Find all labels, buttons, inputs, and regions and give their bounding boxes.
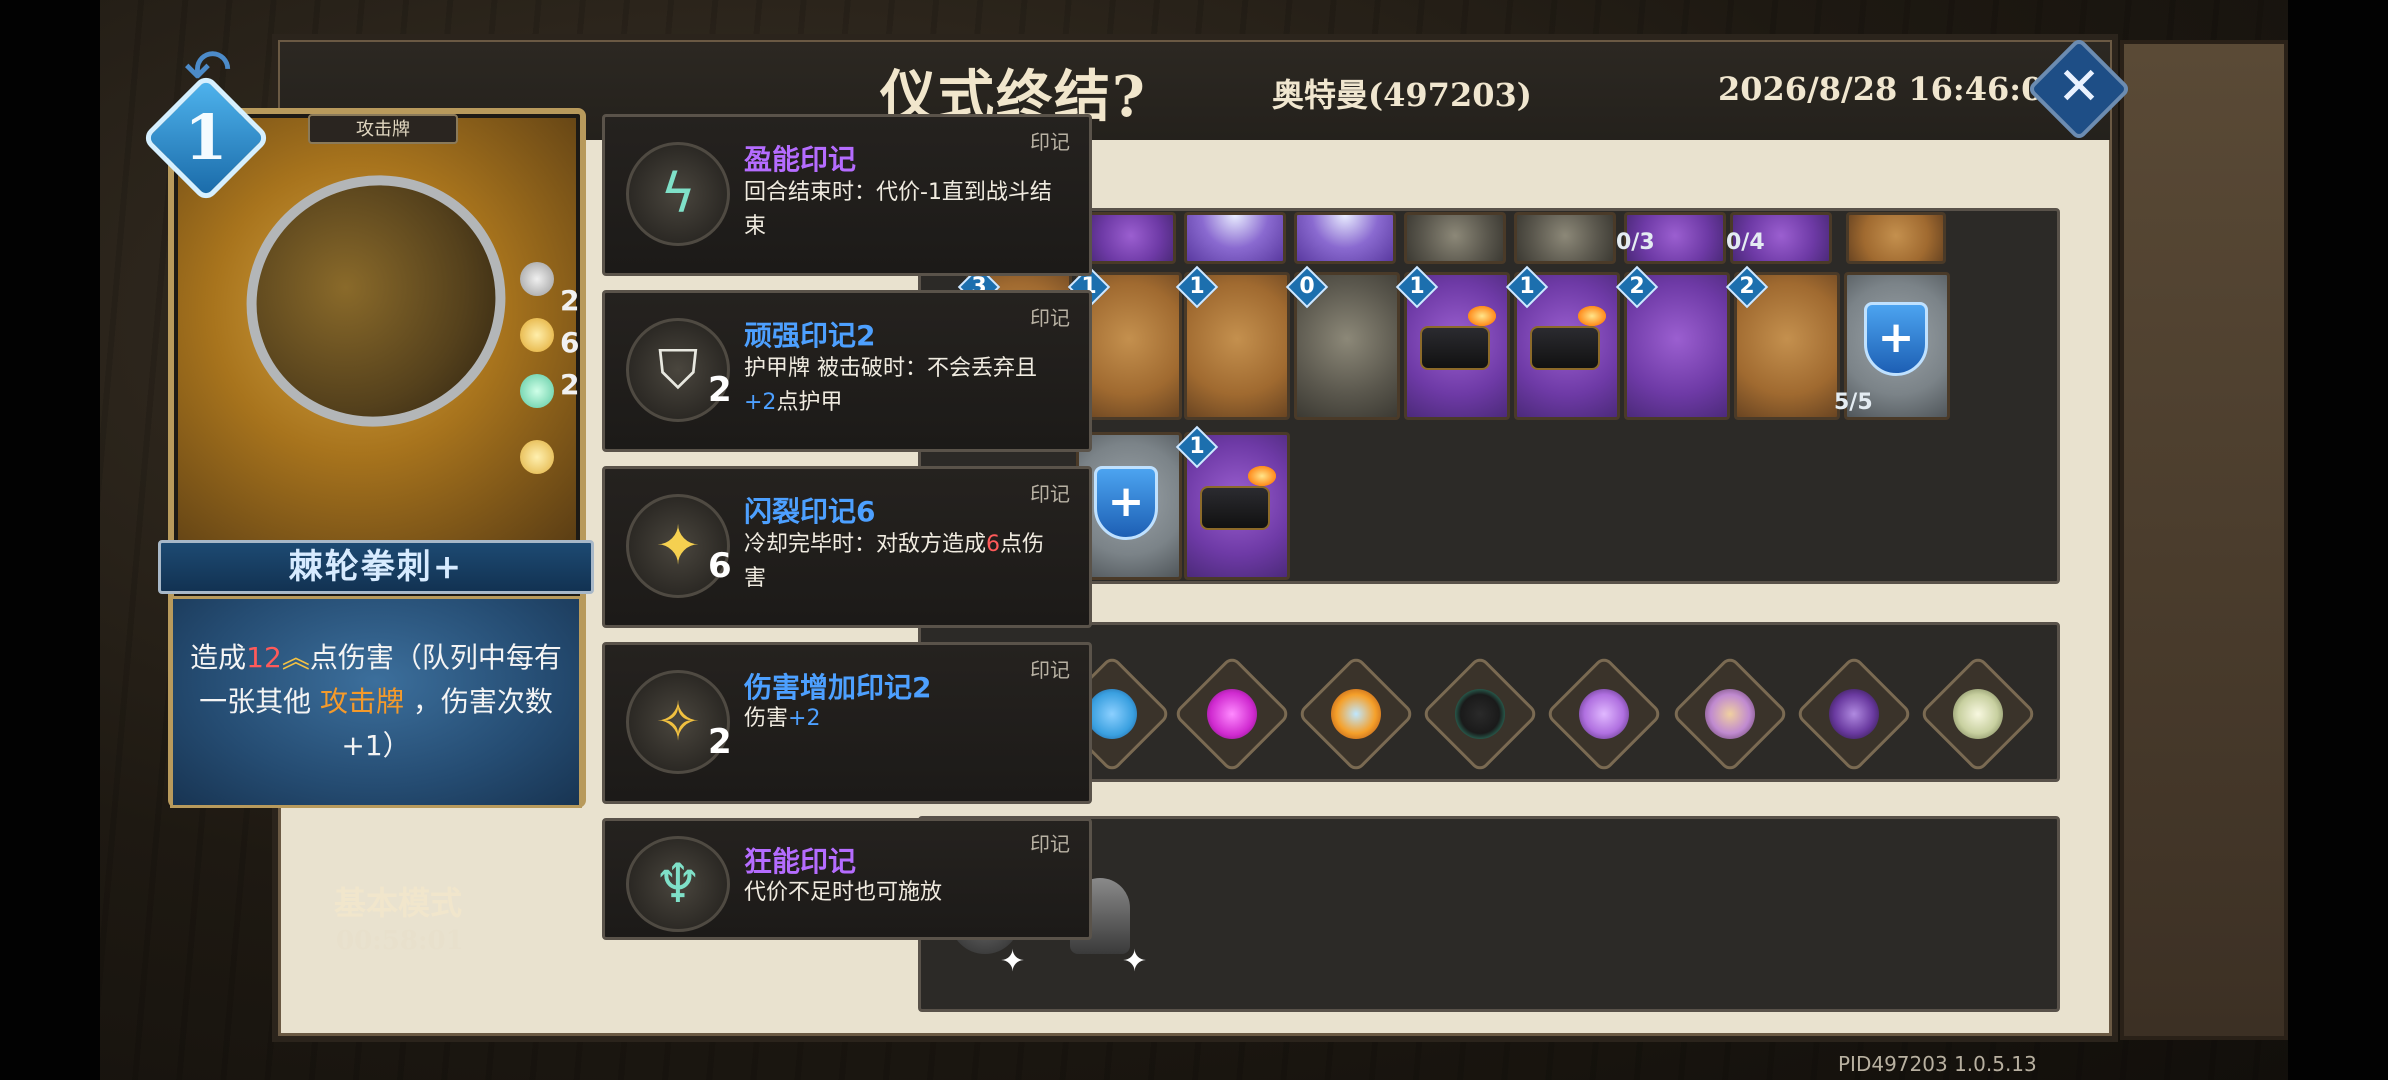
lightning-rune-icon: ϟ — [660, 162, 696, 225]
tooltip-tag: 印记 — [1030, 130, 1070, 154]
dark-crystal-relic-icon — [1829, 689, 1879, 739]
rune-stack: 6 — [560, 326, 580, 359]
tooltip-body: 代价不足时也可施放 — [744, 880, 943, 905]
tooltip-title: 盈能印记 — [744, 143, 857, 176]
fire-shield-relic-icon — [1331, 689, 1381, 739]
chevron-up-icon: ︽ — [281, 641, 310, 674]
shadow-figure-relic-icon — [1455, 689, 1505, 739]
desc-damage: 12 — [246, 641, 282, 674]
tooltip-body: 回合结束时：代价-1直到战斗结束 — [744, 180, 1052, 239]
tooltip-body-text: 点护甲 — [776, 390, 843, 415]
shield-rune-icon — [520, 262, 554, 296]
tooltip-body: 护甲牌 被击破时：不会丢弃且 +2点护甲 — [744, 352, 1064, 420]
rune-symbol-relic-icon — [1705, 689, 1755, 739]
cannon-icon — [1420, 326, 1490, 370]
magenta-flame-relic-icon — [1207, 689, 1257, 739]
run-timer: 00:58:01 — [336, 926, 464, 956]
frenzy-rune-icon: ♆ — [653, 852, 703, 915]
card-name: 棘轮拳刺+ — [288, 547, 464, 587]
game-mode-label: 基本模式 — [334, 884, 463, 922]
card-count-label: 5/5 — [1834, 390, 1873, 415]
tooltip-title: 伤害增加印记2 — [744, 671, 932, 704]
tooltip-body-value: 6 — [986, 532, 1001, 557]
shield-icon: + — [1864, 302, 1928, 376]
shield-icon: + — [1094, 466, 1158, 540]
tooltip-body-text: 冷却完毕时：对敌方造成 — [744, 532, 987, 557]
tooltip-tag: 印记 — [1030, 482, 1070, 506]
tooltip-body-value: +2 — [744, 390, 777, 415]
card-type-label: 攻击牌 — [308, 114, 458, 144]
tooltip-stack: 2 — [708, 370, 732, 410]
tooltip-tag: 印记 — [1030, 832, 1070, 856]
deck-card-row1[interactable] — [1184, 212, 1286, 264]
tooltip-body: 伤害+2 — [744, 702, 1064, 736]
background-right-panel — [2120, 40, 2288, 1040]
blue-crystal-relic-icon — [1087, 689, 1137, 739]
spark-rune-icon — [520, 318, 554, 352]
sparkle-icon: ✦ — [1000, 944, 1026, 979]
tooltip-stack: 2 — [708, 722, 732, 762]
cost-value: 2 — [1629, 274, 1645, 299]
cost-value: 2 — [1739, 274, 1755, 299]
card-description: 造成12︽点伤害（队列中每有一张其他 攻击牌 ，伤害次数+1） — [186, 636, 566, 768]
purple-wings-relic-icon — [1579, 689, 1629, 739]
tooltip-title: 顽强印记2 — [744, 319, 876, 352]
deck-card-row1[interactable] — [1404, 212, 1506, 264]
run-datetime: 2026/8/28 16:46:09 — [1718, 70, 2066, 108]
card-count-label: 0/3 — [1616, 230, 1655, 255]
cannon-icon — [1200, 486, 1270, 530]
cannon-icon — [1530, 326, 1600, 370]
deck-card-row1[interactable] — [1086, 212, 1176, 264]
tooltip-tag: 印记 — [1030, 658, 1070, 682]
tooltip-title: 闪裂印记6 — [744, 495, 876, 528]
rune-stack: 2 — [560, 368, 580, 401]
close-icon[interactable]: ✕ — [2042, 50, 2116, 124]
muzzle-flash-icon — [1578, 306, 1606, 326]
deck-card-row1[interactable] — [1514, 212, 1616, 264]
cost-value: 1 — [1519, 274, 1535, 299]
scroll-relic-icon — [1953, 689, 2003, 739]
deck-card-row1[interactable] — [1294, 212, 1396, 264]
rune-stack: 2 — [560, 284, 580, 317]
tooltip-title: 狂能印记 — [744, 845, 857, 878]
tooltip-body-text: 护甲牌 被击破时：不会丢弃且 — [744, 356, 1037, 381]
deck-card-row1[interactable] — [1846, 212, 1946, 264]
card-cost-value: 1 — [184, 101, 228, 174]
tooltip-stack: 6 — [708, 546, 732, 586]
desc-prefix: 造成 — [190, 641, 247, 674]
version-label: PID497203 1.0.5.13 — [1838, 1052, 2037, 1076]
tooltip-body: 冷却完毕时：对敌方造成6点伤害 — [744, 528, 1064, 596]
cost-value: 1 — [1189, 274, 1205, 299]
desc-keyword: 攻击牌 — [319, 685, 404, 718]
tooltip-body-text: 伤害 — [744, 706, 789, 731]
player-name: 奥特曼(497203) — [1272, 76, 1532, 114]
damage-rune-icon — [520, 440, 554, 474]
sparkle-icon: ✦ — [1122, 944, 1148, 979]
muzzle-flash-icon — [1468, 306, 1496, 326]
card-count-label: 0/4 — [1726, 230, 1765, 255]
frenzy-rune-icon — [520, 374, 554, 408]
left-bezel — [0, 0, 100, 1080]
cost-value: 1 — [1189, 434, 1205, 459]
cost-value: 0 — [1299, 274, 1315, 299]
cost-value: 1 — [1409, 274, 1425, 299]
right-bezel — [2288, 0, 2388, 1080]
tooltip-tag: 印记 — [1030, 306, 1070, 330]
muzzle-flash-icon — [1248, 466, 1276, 486]
tooltip-body-value: +2 — [788, 706, 821, 731]
